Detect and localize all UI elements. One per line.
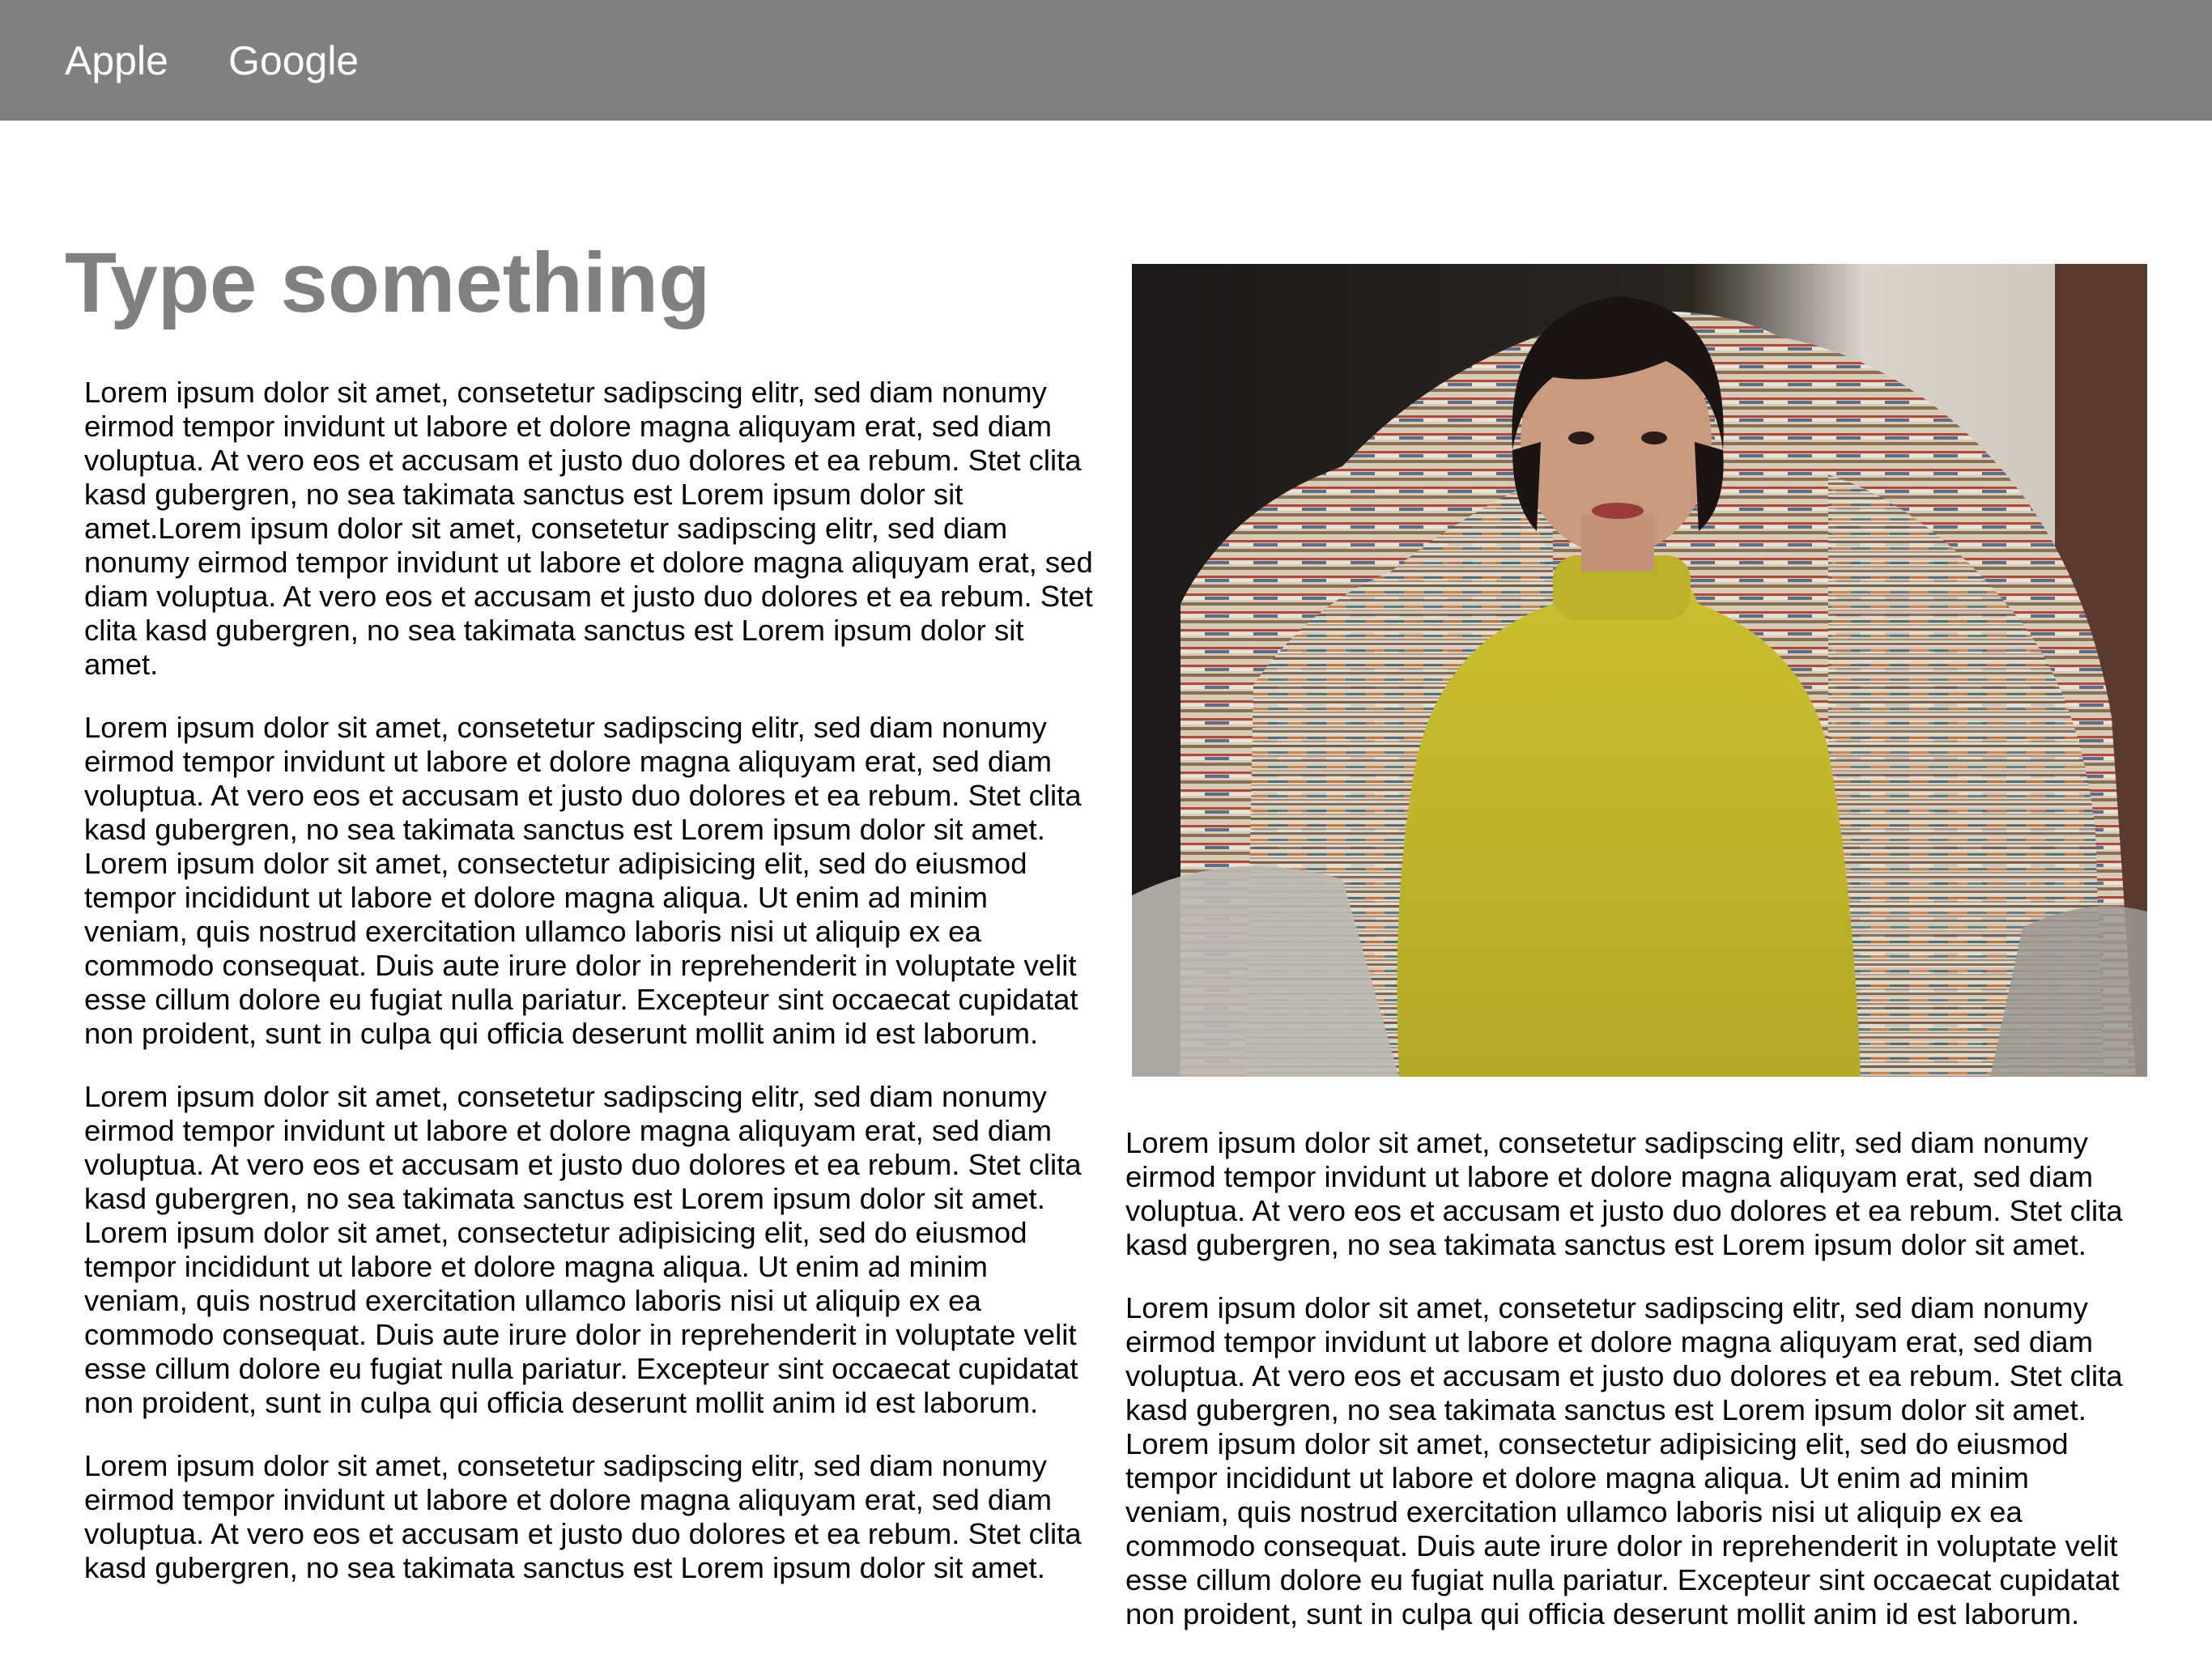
left-text-column: Lorem ipsum dolor sit amet, consetetur s… xyxy=(84,376,1096,1614)
right-paragraph-2: Lorem ipsum dolor sit amet, consetetur s… xyxy=(1125,1291,2123,1630)
page-title: Type something xyxy=(65,236,711,330)
left-paragraph-4: Lorem ipsum dolor sit amet, consetetur s… xyxy=(84,1449,1082,1584)
portrait-photo xyxy=(1132,264,2147,1077)
right-paragraph-1: Lorem ipsum dolor sit amet, consetetur s… xyxy=(1125,1126,2123,1261)
nav-link-apple[interactable]: Apple xyxy=(65,36,168,86)
left-paragraph-2: Lorem ipsum dolor sit amet, consetetur s… xyxy=(84,711,1082,1050)
left-paragraph-3: Lorem ipsum dolor sit amet, consetetur s… xyxy=(84,1080,1082,1419)
right-text-column: Lorem ipsum dolor sit amet, consetetur s… xyxy=(1125,1126,2138,1660)
left-paragraph-1: Lorem ipsum dolor sit amet, consetetur s… xyxy=(84,376,1093,681)
top-navbar: Apple Google xyxy=(0,0,2212,121)
nav-link-google[interactable]: Google xyxy=(228,36,359,86)
